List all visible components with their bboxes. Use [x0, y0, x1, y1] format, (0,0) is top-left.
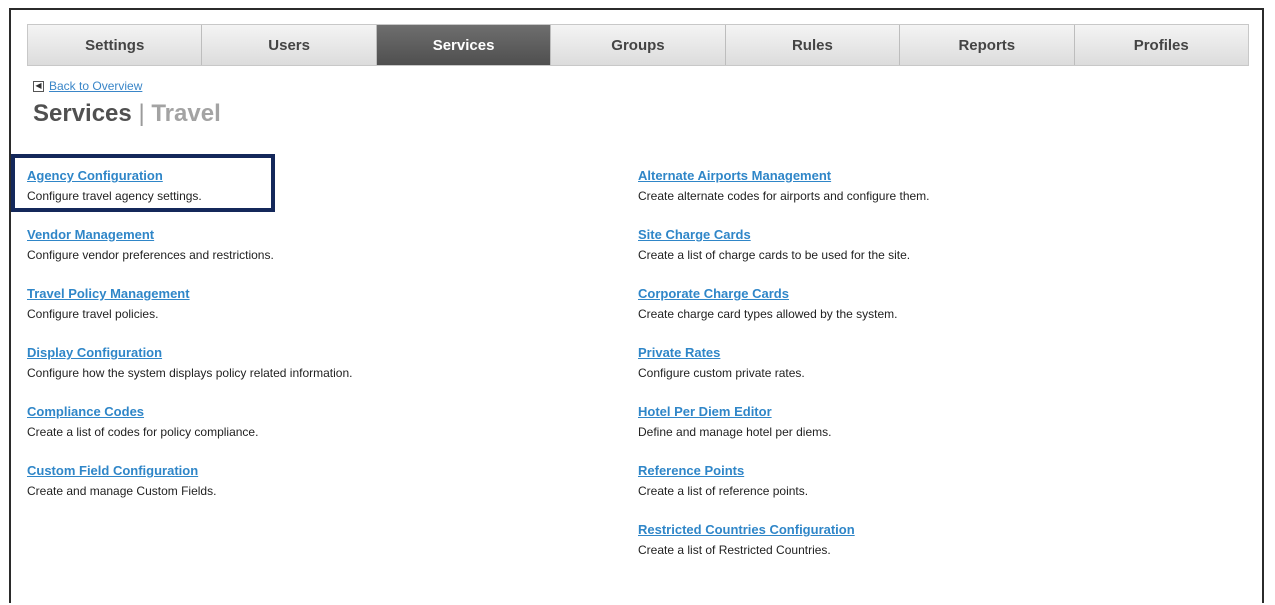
site-charge-cards-link[interactable]: Site Charge Cards	[638, 227, 751, 242]
display-configuration-link[interactable]: Display Configuration	[27, 345, 162, 360]
item-description: Configure travel agency settings.	[27, 189, 202, 203]
item-description: Create and manage Custom Fields.	[27, 484, 217, 498]
item-description: Configure vendor preferences and restric…	[27, 248, 274, 262]
item-description: Create alternate codes for airports and …	[638, 189, 930, 203]
back-to-overview-link[interactable]: Back to Overview	[49, 79, 142, 93]
item-description: Create a list of Restricted Countries.	[638, 543, 831, 557]
page-title-separator: |	[138, 100, 145, 127]
custom-field-configuration-link[interactable]: Custom Field Configuration	[27, 463, 198, 478]
item-description: Configure how the system displays policy…	[27, 366, 353, 380]
private-rates-link[interactable]: Private Rates	[638, 345, 720, 360]
item-description: Configure travel policies.	[27, 307, 159, 321]
list-item: Custom Field Configuration Create and ma…	[27, 462, 587, 521]
item-description: Define and manage hotel per diems.	[638, 425, 832, 439]
list-item: Compliance Codes Create a list of codes …	[27, 403, 587, 462]
restricted-countries-configuration-link[interactable]: Restricted Countries Configuration	[638, 522, 855, 537]
item-description: Create charge card types allowed by the …	[638, 307, 898, 321]
list-item: Reference Points Create a list of refere…	[638, 462, 1198, 521]
corporate-charge-cards-link[interactable]: Corporate Charge Cards	[638, 286, 789, 301]
list-item: Alternate Airports Management Create alt…	[638, 167, 1198, 226]
reference-points-link[interactable]: Reference Points	[638, 463, 744, 478]
list-item: Vendor Management Configure vendor prefe…	[27, 226, 587, 285]
travel-policy-management-link[interactable]: Travel Policy Management	[27, 286, 190, 301]
tab-users[interactable]: Users	[202, 25, 377, 65]
tab-reports[interactable]: Reports	[900, 25, 1075, 65]
item-description: Configure custom private rates.	[638, 366, 805, 380]
vendor-management-link[interactable]: Vendor Management	[27, 227, 154, 242]
tab-groups[interactable]: Groups	[551, 25, 726, 65]
tab-profiles[interactable]: Profiles	[1074, 25, 1248, 65]
agency-configuration-link[interactable]: Agency Configuration	[27, 168, 163, 183]
page-title-main: Services	[33, 100, 132, 127]
item-description: Create a list of charge cards to be used…	[638, 248, 911, 262]
list-item: Display Configuration Configure how the …	[27, 344, 587, 403]
list-item: Travel Policy Management Configure trave…	[27, 285, 587, 344]
main-nav-tabs: Settings Users Services Groups Rules Rep…	[27, 24, 1249, 66]
tab-services[interactable]: Services	[376, 25, 552, 65]
compliance-codes-link[interactable]: Compliance Codes	[27, 404, 144, 419]
right-service-list: Alternate Airports Management Create alt…	[638, 167, 1198, 580]
hotel-per-diem-editor-link[interactable]: Hotel Per Diem Editor	[638, 404, 772, 419]
alternate-airports-management-link[interactable]: Alternate Airports Management	[638, 168, 831, 183]
list-item: Hotel Per Diem Editor Define and manage …	[638, 403, 1198, 462]
page-title-sub: Travel	[151, 100, 221, 127]
page-title: Services | Travel	[33, 100, 221, 128]
list-item: Corporate Charge Cards Create charge car…	[638, 285, 1198, 344]
list-item: Private Rates Configure custom private r…	[638, 344, 1198, 403]
back-to-overview: ◀ Back to Overview	[33, 79, 142, 93]
tab-settings[interactable]: Settings	[28, 25, 203, 65]
left-service-list: Agency Configuration Configure travel ag…	[27, 167, 587, 521]
list-item: Agency Configuration Configure travel ag…	[27, 167, 587, 226]
list-item: Restricted Countries Configuration Creat…	[638, 521, 1198, 580]
back-arrow-icon[interactable]: ◀	[33, 80, 44, 92]
item-description: Create a list of reference points.	[638, 484, 809, 498]
item-description: Create a list of codes for policy compli…	[27, 425, 259, 439]
list-item: Site Charge Cards Create a list of charg…	[638, 226, 1198, 285]
tab-rules[interactable]: Rules	[725, 25, 901, 65]
